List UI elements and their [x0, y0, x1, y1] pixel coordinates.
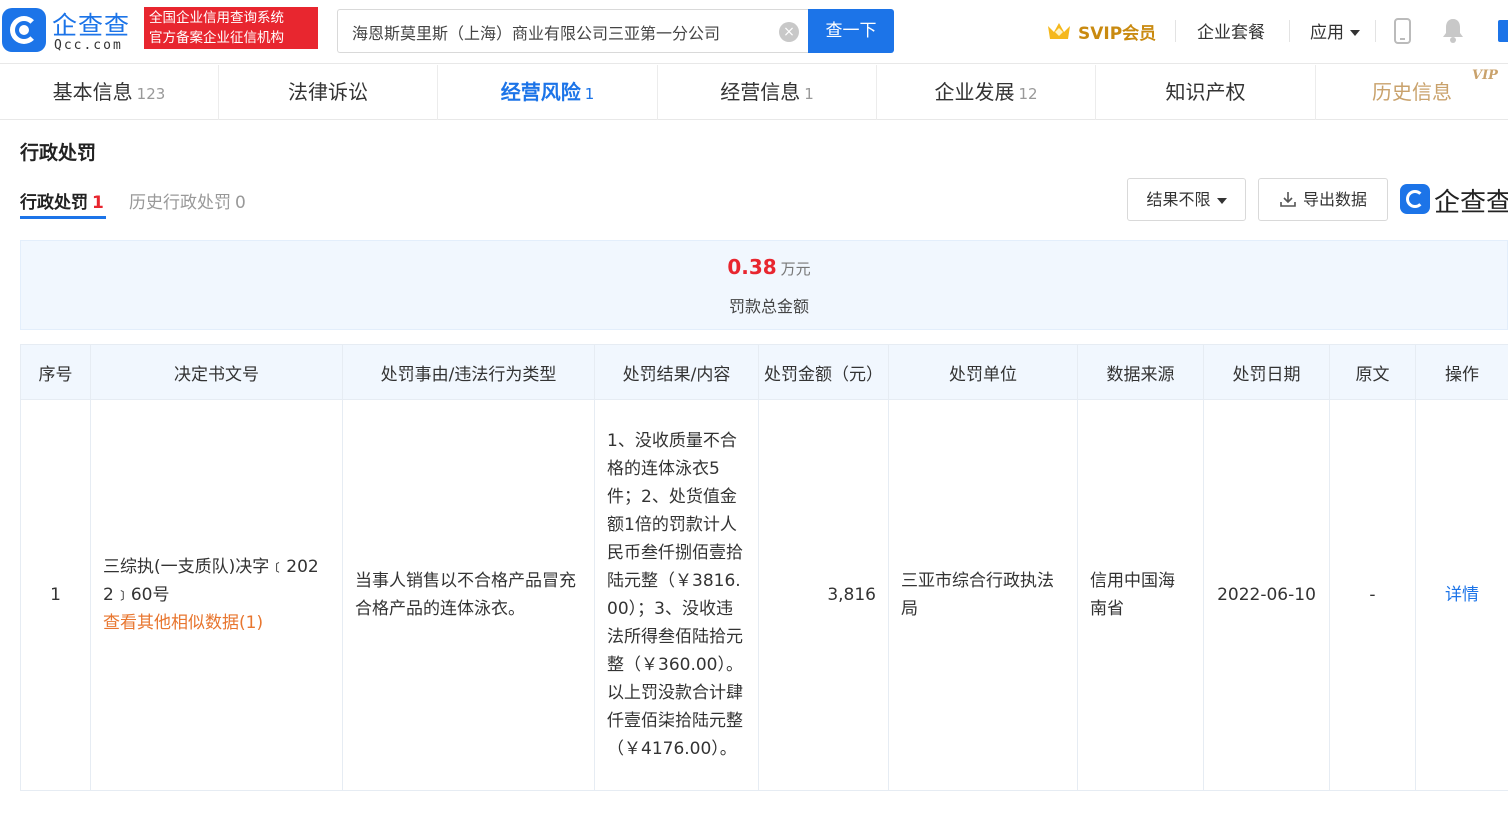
column-header: 处罚事由/违法行为类型 [342, 344, 595, 400]
tab-count: 1 [804, 85, 814, 103]
chevron-down-icon [1216, 197, 1227, 204]
svip-label: SVIP会员 [1078, 23, 1157, 44]
tab-label: 经营信息 [720, 80, 801, 104]
result-filter-dropdown[interactable]: 结果不限 [1127, 178, 1246, 221]
export-label: 导出数据 [1302, 190, 1367, 209]
nav-divider [1175, 20, 1176, 42]
summary-amount: 0.38 万元 [21, 255, 1508, 279]
nav-apps-label: 应用 [1310, 23, 1344, 43]
active-subtab-indicator [20, 216, 106, 219]
section-title: 行政处罚 [20, 142, 97, 164]
detail-link[interactable]: 详情 [1445, 585, 1479, 605]
column-header: 决定书文号 [90, 344, 343, 400]
svip-link[interactable]: SVIP会员 [1046, 16, 1156, 46]
decision-doc-number: 三综执(一支质队)决字﹝2022﹞60号 [103, 557, 319, 605]
penalty-table: 序号 决定书文号 处罚事由/违法行为类型 处罚结果/内容 处罚金额（元） 处罚单… [20, 344, 1508, 791]
qcc-logo-icon [2, 8, 46, 52]
total-amount-value: 0.38 [727, 255, 777, 279]
search-box: × [337, 9, 809, 53]
column-header: 序号 [20, 344, 91, 400]
column-header: 操作 [1415, 344, 1508, 400]
qcc-logo-icon [1400, 184, 1430, 214]
tab-legal[interactable]: 法律诉讼 [219, 65, 438, 120]
badge-line-2: 官方备案企业征信机构 [149, 30, 284, 46]
subtab-label: 行政处罚 [20, 193, 88, 213]
clear-icon[interactable]: × [779, 22, 799, 42]
export-data-button[interactable]: 导出数据 [1258, 178, 1388, 221]
tab-business-risk[interactable]: 经营风险 1 [438, 65, 658, 120]
decision-doc-cell: 三综执(一支质队)决字﹝2022﹞60号 查看其他相似数据(1) [90, 399, 343, 791]
column-header: 处罚结果/内容 [594, 344, 759, 400]
tab-label: 历史信息 [1372, 80, 1452, 104]
tab-label: 基本信息 [52, 80, 133, 104]
subtab-admin-penalty[interactable]: 行政处罚 1 [20, 188, 104, 213]
official-badge: 全国企业信用查询系统 官方备案企业征信机构 [144, 7, 318, 49]
crown-icon [1048, 23, 1070, 39]
table-header-row: 序号 决定书文号 处罚事由/违法行为类型 处罚结果/内容 处罚金额（元） 处罚单… [20, 344, 1508, 400]
tab-count: 1 [584, 85, 595, 103]
filter-label: 结果不限 [1146, 190, 1211, 209]
qcc-watermark-logo: 企查查 [1400, 182, 1508, 218]
search-input[interactable] [352, 20, 772, 44]
tab-business-info[interactable]: 经营信息 1 [658, 65, 877, 120]
penalty-summary: 0.38 万元 罚款总金额 [20, 240, 1508, 330]
total-amount-label: 罚款总金额 [728, 297, 809, 316]
tab-label: 经营风险 [500, 80, 581, 104]
nav-divider [1375, 20, 1376, 42]
qcc-logo[interactable]: 企查查 Qcc.com [0, 6, 140, 56]
watermark-text: 企查查 [1434, 188, 1508, 218]
subtab-label: 历史行政处罚 [129, 193, 231, 213]
nav-divider [1289, 20, 1290, 42]
column-header: 处罚单位 [888, 344, 1078, 400]
tab-label: 法律诉讼 [288, 80, 368, 104]
row-index: 1 [20, 399, 91, 791]
main-tabs: 基本信息 123 法律诉讼 经营风险 1 经营信息 1 企业发展 12 知识产权 历史信… [0, 65, 1508, 120]
column-header: 数据来源 [1077, 344, 1204, 400]
tab-label: 知识产权 [1165, 80, 1246, 104]
table-row: 1 三综执(一支质队)决字﹝2022﹞60号 查看其他相似数据(1) 当事人销售… [20, 399, 1508, 791]
penalty-unit: 三亚市综合行政执法局 [888, 399, 1078, 791]
subtab-count: 0 [235, 193, 246, 213]
nav-enterprise-package[interactable]: 企业套餐 [1197, 18, 1265, 43]
top-header: 企查查 Qcc.com 全国企业信用查询系统 官方备案企业征信机构 × 查一下 … [0, 0, 1508, 64]
nav-apps[interactable]: 应用 [1310, 18, 1360, 43]
column-header: 处罚金额（元） [758, 344, 889, 400]
column-header: 处罚日期 [1203, 344, 1330, 400]
similar-data-link[interactable]: 查看其他相似数据(1) [103, 609, 330, 637]
badge-line-1: 全国企业信用查询系统 [149, 10, 284, 26]
penalty-result: 1、没收质量不合格的连体泳衣5件；2、处货值金额1倍的罚款计人民币叁仟捌佰壹拾陆… [594, 399, 759, 791]
vip-mark: VIP [1472, 68, 1498, 83]
search-button[interactable]: 查一下 [808, 9, 894, 53]
mobile-icon[interactable] [1394, 18, 1411, 44]
download-icon [1280, 192, 1296, 207]
penalty-amount: 3,816 [758, 399, 889, 791]
subtab-history-penalty[interactable]: 历史行政处罚 0 [129, 188, 246, 213]
subtab-count: 1 [92, 193, 104, 213]
tab-ip[interactable]: 知识产权 [1096, 65, 1316, 120]
chevron-down-icon [1350, 30, 1360, 36]
tab-label: 企业发展 [934, 80, 1015, 104]
logo-text: 企查查 [52, 11, 131, 40]
logo-domain: Qcc.com [54, 38, 123, 53]
total-amount-unit: 万元 [780, 260, 811, 278]
tab-count: 123 [136, 85, 166, 103]
bell-icon[interactable] [1440, 16, 1466, 44]
action-cell: 详情 [1415, 399, 1508, 791]
tab-count: 12 [1018, 85, 1038, 103]
penalty-reason: 当事人销售以不合格产品冒充合格产品的连体泳衣。 [342, 399, 595, 791]
original-doc: - [1329, 399, 1416, 791]
penalty-date: 2022-06-10 [1203, 399, 1330, 791]
side-panel-handle[interactable] [1498, 20, 1508, 42]
column-header: 原文 [1329, 344, 1416, 400]
tab-basic-info[interactable]: 基本信息 123 [0, 65, 219, 120]
data-source: 信用中国海南省 [1077, 399, 1204, 791]
tab-development[interactable]: 企业发展 12 [877, 65, 1096, 120]
